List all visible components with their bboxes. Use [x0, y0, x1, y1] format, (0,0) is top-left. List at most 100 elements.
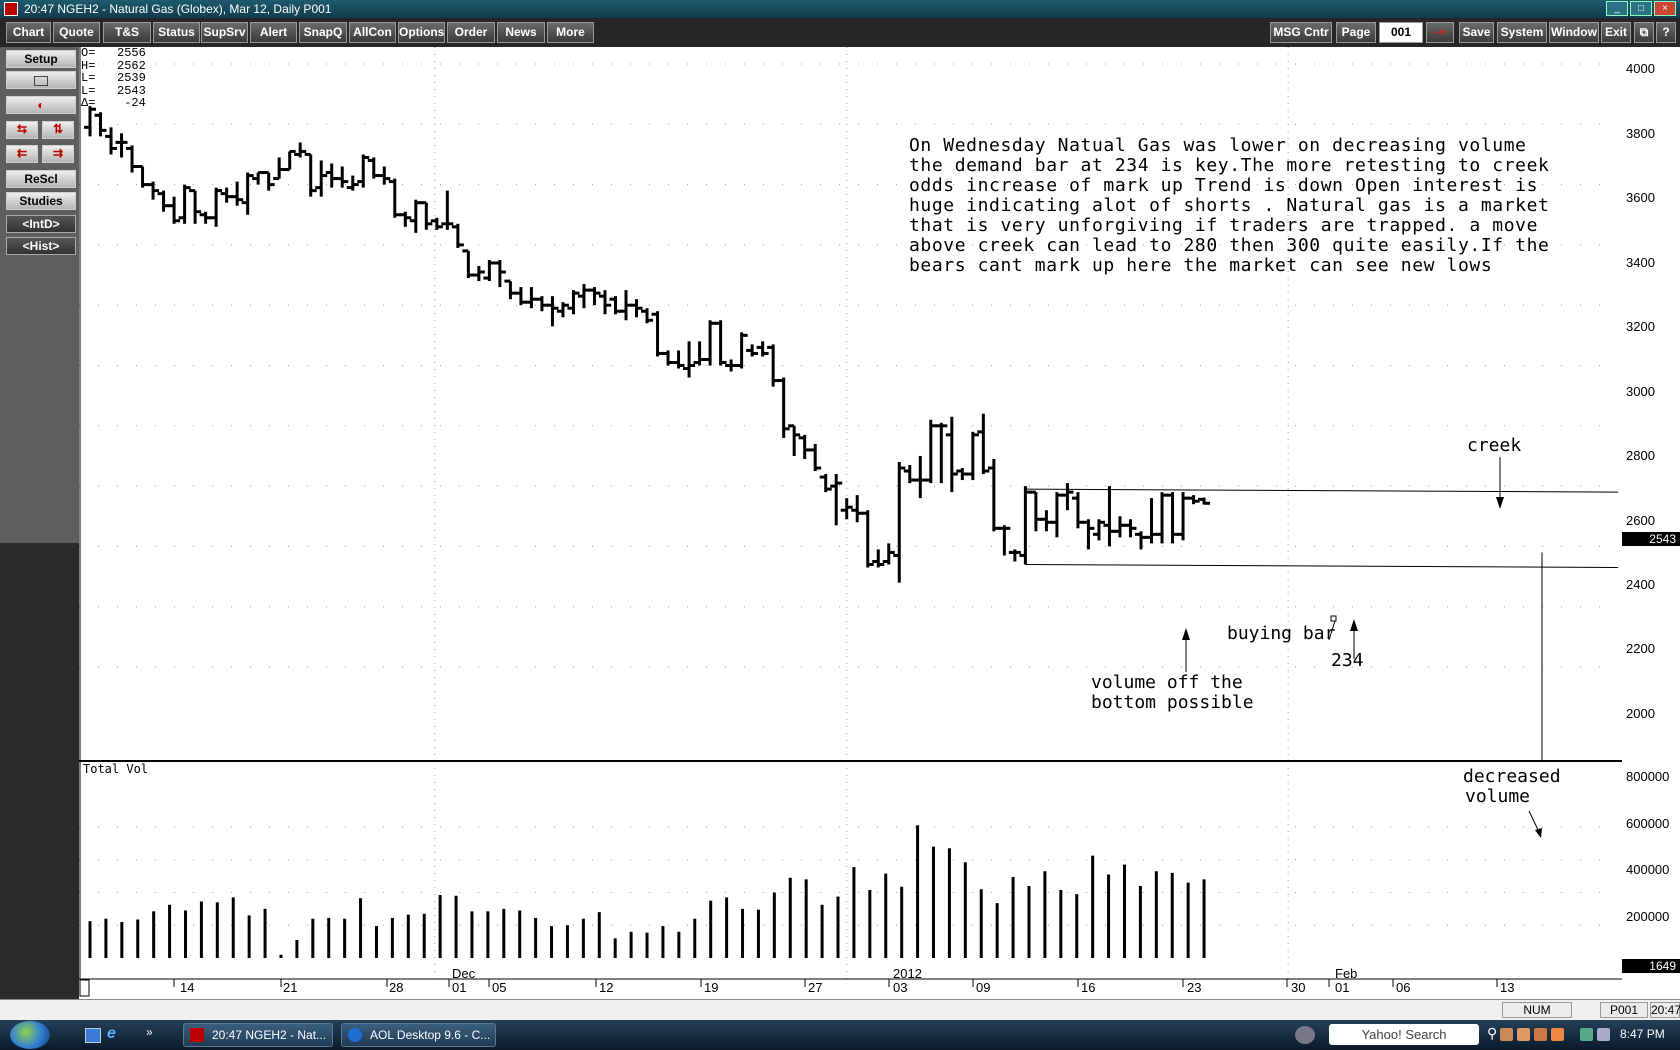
ie-icon[interactable]: e — [107, 1025, 116, 1043]
scroll-left-button[interactable]: ⇆ — [6, 121, 38, 139]
scroll-right-button[interactable]: ⇅ — [42, 121, 74, 139]
close-icon[interactable]: × — [1654, 1, 1676, 16]
window-controls: _ □ × — [1606, 1, 1676, 16]
aol-app-icon — [348, 1028, 362, 1042]
annotation-line: On Wednesday Natual Gas was lower on dec… — [909, 135, 1527, 156]
taskbar-clock: 8:47 PM — [1620, 1027, 1665, 1041]
day-label: 01 — [452, 980, 467, 995]
day-label: 23 — [1187, 980, 1202, 995]
day-label: 19 — [704, 980, 719, 995]
num-lock-indicator: NUM — [1502, 1002, 1572, 1018]
main-toolbar: Chart Quote T&S Status SupSrv Alert Snap… — [0, 18, 1680, 47]
price-tick: 4000 — [1626, 61, 1655, 76]
status-bar: NUM P001 20:47 — [0, 999, 1680, 1021]
restore-icon: ⧉ — [1639, 25, 1649, 39]
price-tick: 3600 — [1626, 190, 1655, 205]
show-desktop-icon[interactable] — [85, 1028, 101, 1043]
rescale-button[interactable]: ReScl — [6, 170, 76, 188]
compress-icon: ⇇ — [16, 146, 28, 160]
day-label: 28 — [389, 980, 404, 995]
ts-button[interactable]: T&S — [103, 22, 151, 43]
day-label: 09 — [976, 980, 991, 995]
quicklaunch-expand-icon[interactable]: » — [146, 1025, 153, 1039]
print-button[interactable] — [6, 71, 76, 89]
exit-button[interactable]: Exit — [1601, 22, 1631, 43]
tray-app-icon[interactable] — [1500, 1028, 1513, 1041]
decreased-label: decreased — [1463, 766, 1561, 787]
taskbar-aol-window[interactable]: AOL Desktop 9.6 - C... — [341, 1023, 496, 1047]
expand-button[interactable]: ⇉ — [42, 145, 74, 163]
network-icon[interactable] — [1580, 1028, 1593, 1041]
link-button[interactable]: -+ — [1426, 22, 1454, 43]
setup-button[interactable]: Setup — [6, 50, 76, 68]
supsrv-button[interactable]: SupSrv — [201, 22, 248, 43]
analysis-annotation: On Wednesday Natual Gas was lower on dec… — [909, 136, 1589, 276]
day-label: 05 — [492, 980, 507, 995]
day-label: 06 — [1396, 980, 1411, 995]
alert-button[interactable]: Alert — [250, 22, 297, 43]
history-button[interactable]: <Hist> — [6, 237, 76, 255]
price-tick: 2600 — [1626, 513, 1655, 528]
snapq-button[interactable]: SnapQ — [299, 22, 347, 43]
price-tick: 3400 — [1626, 255, 1655, 270]
day-label: 16 — [1081, 980, 1096, 995]
yahoo-search-box[interactable]: Yahoo! Search — [1329, 1024, 1479, 1045]
tray-app-icon[interactable] — [1551, 1028, 1564, 1041]
chart-button[interactable]: Chart — [6, 22, 51, 43]
compress-button[interactable]: ⇇ — [6, 145, 38, 163]
hp-icon[interactable] — [1295, 1026, 1315, 1044]
tray-app-icon[interactable] — [1517, 1028, 1530, 1041]
last-price-marker: 2543 — [1622, 532, 1680, 546]
options-button[interactable]: Options — [398, 22, 445, 43]
day-label: 30 — [1291, 980, 1306, 995]
page-button[interactable]: Page — [1336, 22, 1376, 43]
level-234-label: 234 — [1331, 650, 1364, 671]
tray-app-icon[interactable] — [1534, 1028, 1547, 1041]
order-button[interactable]: Order — [447, 22, 495, 43]
news-button[interactable]: News — [497, 22, 545, 43]
annotation-line: the demand bar at 234 is key.The more re… — [909, 155, 1550, 176]
color-button[interactable]: ◐ — [6, 96, 76, 114]
maximize-icon[interactable]: □ — [1630, 1, 1652, 16]
page-number-field[interactable]: 001 — [1379, 22, 1423, 43]
chart-app-icon — [190, 1028, 204, 1042]
year-label: 2012 — [893, 966, 922, 981]
window-button[interactable]: Window — [1549, 22, 1599, 43]
day-label: 01 — [1335, 980, 1350, 995]
save-button[interactable]: Save — [1459, 22, 1494, 43]
window-title: 20:47 NGEH2 - Natural Gas (Globex), Mar … — [24, 2, 332, 16]
day-label: 27 — [808, 980, 823, 995]
allcon-button[interactable]: AllCon — [349, 22, 396, 43]
minimize-icon[interactable]: _ — [1606, 1, 1628, 16]
restore-window-button[interactable]: ⧉ — [1634, 22, 1654, 43]
time-indicator: 20:47 — [1650, 1002, 1680, 1018]
studies-button[interactable]: Studies — [6, 192, 76, 210]
price-tick: 2800 — [1626, 448, 1655, 463]
month-label: Feb — [1335, 966, 1358, 981]
price-tick: 2000 — [1626, 706, 1655, 721]
annotation-line: that is very unforgiving if traders are … — [909, 215, 1539, 236]
price-tick: 2200 — [1626, 641, 1655, 656]
price-tick: 3200 — [1626, 319, 1655, 334]
price-tick: 2400 — [1626, 577, 1655, 592]
day-label: 14 — [180, 980, 195, 995]
day-label: 21 — [283, 980, 298, 995]
help-button[interactable]: ? — [1656, 22, 1676, 43]
volume-title: Total Vol — [83, 762, 149, 776]
scroll-start-marker — [79, 979, 90, 997]
status-button[interactable]: Status — [153, 22, 200, 43]
more-button[interactable]: More — [547, 22, 594, 43]
volume-tick: 800000 — [1626, 769, 1670, 784]
ohlc-readout: O= 2556 H= 2562 L= 2539 L= 2543 Δ= -24 — [81, 46, 146, 110]
search-icon[interactable]: ⚲ — [1487, 1025, 1497, 1042]
volume-icon[interactable] — [1597, 1028, 1610, 1041]
start-button[interactable] — [10, 1021, 50, 1049]
day-label: 13 — [1500, 980, 1515, 995]
taskbar-chart-window[interactable]: 20:47 NGEH2 - Nat... — [183, 1023, 333, 1047]
quote-button[interactable]: Quote — [53, 22, 100, 43]
price-tick: 3000 — [1626, 384, 1655, 399]
intraday-button[interactable]: <IntD> — [6, 215, 76, 233]
system-button[interactable]: System — [1497, 22, 1547, 43]
msg-center-button[interactable]: MSG Cntr — [1270, 22, 1332, 43]
expand-icon: ⇉ — [52, 146, 64, 160]
